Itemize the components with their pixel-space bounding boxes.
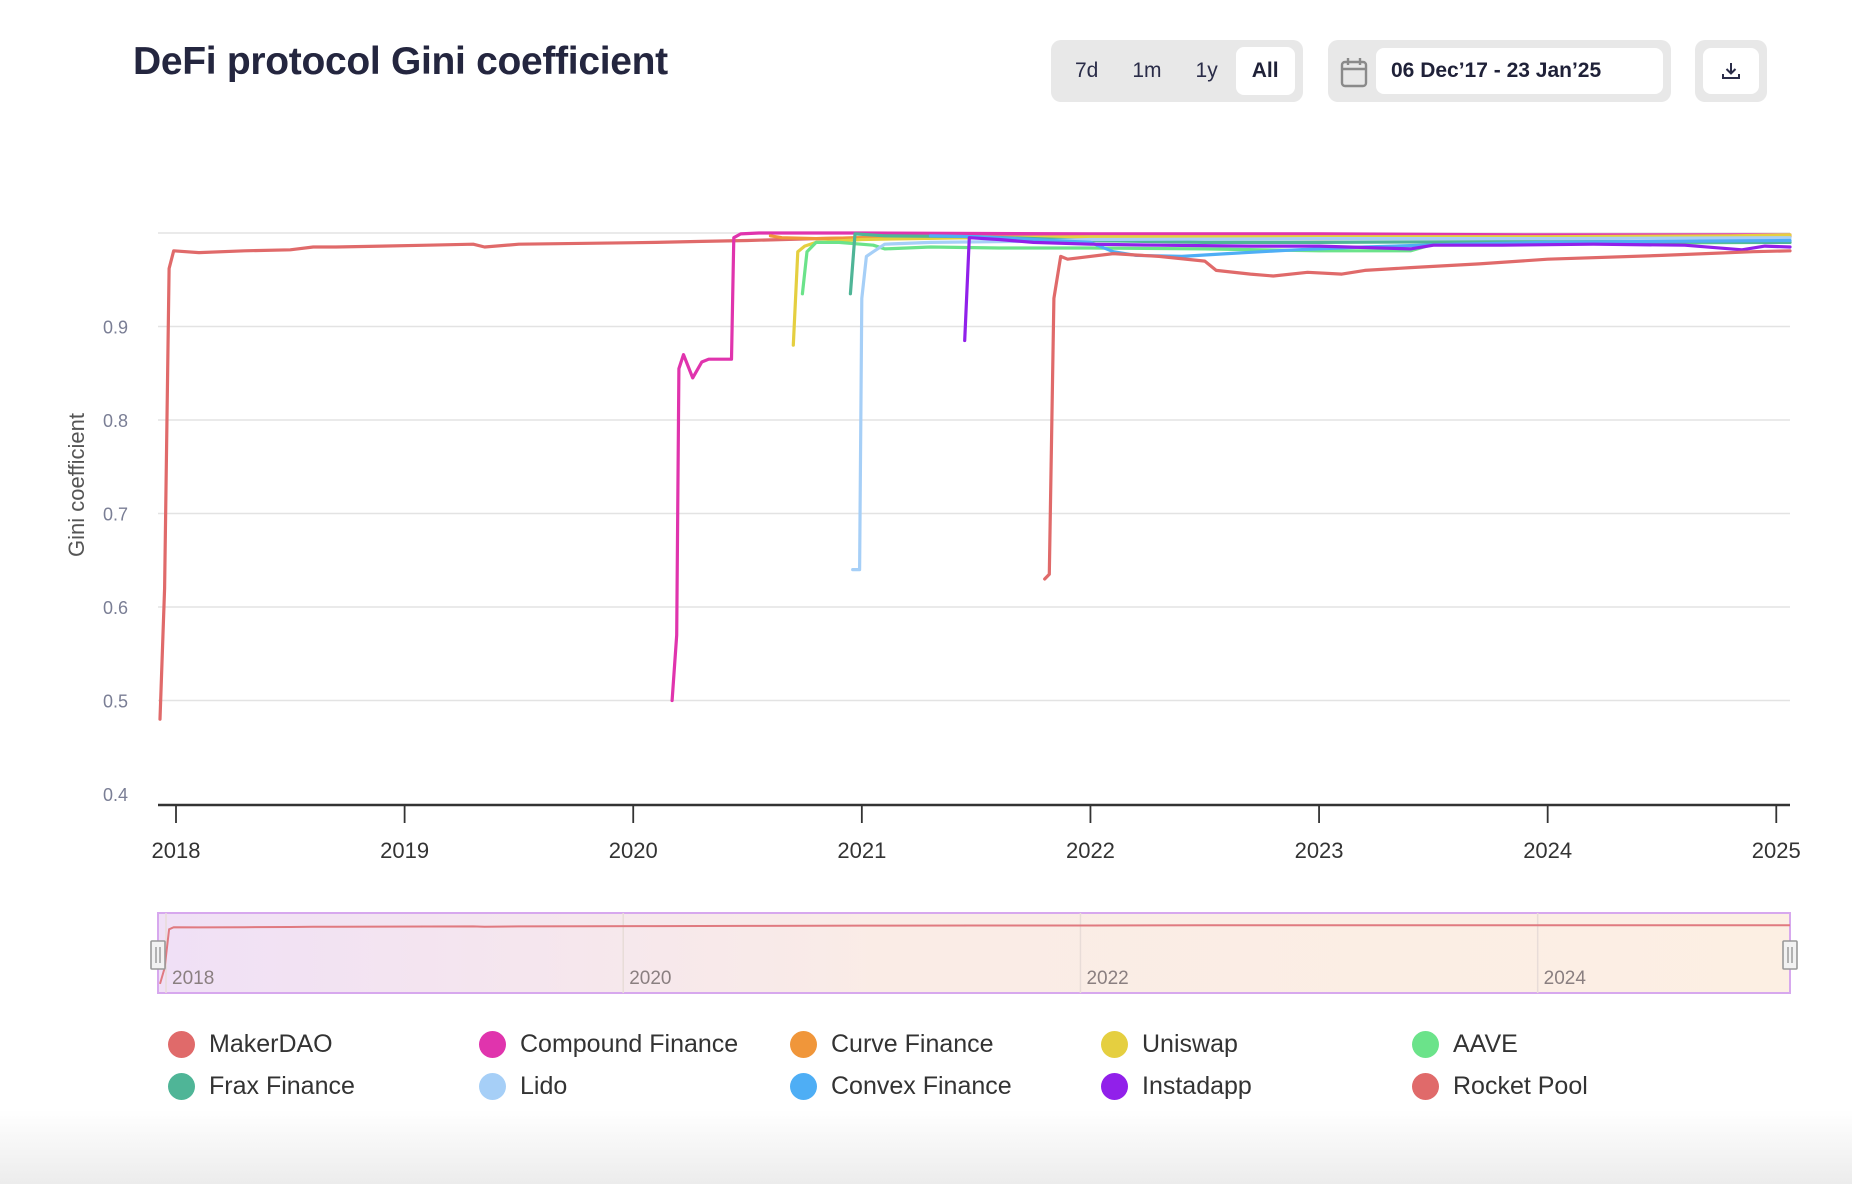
legend-item-uniswap[interactable]: Uniswap xyxy=(1101,1028,1412,1060)
legend-label: Instadapp xyxy=(1142,1071,1252,1100)
y-tick-label: 0.8 xyxy=(103,411,128,431)
legend-label: AAVE xyxy=(1453,1029,1518,1058)
legend-swatch xyxy=(1412,1030,1439,1058)
navigator-handle-left[interactable] xyxy=(150,940,166,970)
navigator-handle-right[interactable] xyxy=(1782,940,1798,970)
legend-swatch xyxy=(1101,1072,1128,1100)
legend-item-lido[interactable]: Lido xyxy=(479,1070,790,1102)
series-line-rocket-pool[interactable] xyxy=(1043,249,1792,581)
series-lines xyxy=(158,231,1792,721)
y-tick-label: 0.7 xyxy=(103,505,128,525)
x-tick-label: 2022 xyxy=(1066,838,1115,863)
legend-item-instadapp[interactable]: Instadapp xyxy=(1101,1070,1412,1102)
legend-item-compound-finance[interactable]: Compound Finance xyxy=(479,1028,790,1060)
legend-item-aave[interactable]: AAVE xyxy=(1412,1028,1723,1060)
legend-item-frax-finance[interactable]: Frax Finance xyxy=(168,1070,479,1102)
legend-label: Frax Finance xyxy=(209,1071,355,1100)
series-line-compound-finance[interactable] xyxy=(670,231,1792,703)
series-line-makerdao[interactable] xyxy=(158,234,1792,721)
x-tick-label: 2020 xyxy=(609,838,658,863)
grid-lines xyxy=(158,232,1790,702)
y-tick-label: 0.6 xyxy=(103,598,128,618)
legend-swatch xyxy=(479,1072,506,1100)
legend-swatch xyxy=(168,1072,195,1100)
legend: MakerDAO Compound Finance Curve Finance … xyxy=(168,1028,1728,1102)
legend-swatch xyxy=(1412,1072,1439,1100)
x-tick-label: 2025 xyxy=(1752,838,1801,863)
legend-label: MakerDAO xyxy=(209,1029,333,1058)
y-tick-label: 0.5 xyxy=(103,692,128,712)
legend-swatch xyxy=(790,1030,817,1058)
legend-item-makerdao[interactable]: MakerDAO xyxy=(168,1028,479,1060)
gini-line-chart: 0.4 0.5 0.6 0.7 0.8 0.9 Gini coefficient 2018… xyxy=(64,231,1801,994)
legend-label: Convex Finance xyxy=(831,1071,1012,1100)
y-tick-label: 0.9 xyxy=(103,318,128,338)
legend-swatch xyxy=(1101,1030,1128,1058)
x-axis: 2018 2019 2020 2021 2022 2023 2024 2025 xyxy=(152,803,1801,863)
y-tick-label: 0.4 xyxy=(103,785,128,805)
legend-item-rocket-pool[interactable]: Rocket Pool xyxy=(1412,1070,1723,1102)
x-tick-label: 2018 xyxy=(152,838,201,863)
navigator-label: 2020 xyxy=(629,968,671,989)
series-line-instadapp[interactable] xyxy=(963,236,1792,343)
legend-swatch xyxy=(168,1030,195,1058)
x-tick-label: 2024 xyxy=(1523,838,1572,863)
legend-label: Curve Finance xyxy=(831,1029,994,1058)
navigator-label: 2024 xyxy=(1544,968,1587,989)
legend-swatch xyxy=(479,1030,506,1058)
legend-item-curve-finance[interactable]: Curve Finance xyxy=(790,1028,1101,1060)
x-tick-label: 2023 xyxy=(1295,838,1344,863)
series-line-lido[interactable] xyxy=(851,236,1792,572)
y-axis-label: Gini coefficient xyxy=(64,413,89,557)
legend-label: Uniswap xyxy=(1142,1029,1238,1058)
legend-label: Lido xyxy=(520,1071,568,1100)
legend-label: Rocket Pool xyxy=(1453,1071,1588,1100)
legend-swatch xyxy=(790,1072,817,1100)
x-tick-label: 2019 xyxy=(380,838,429,863)
legend-label: Compound Finance xyxy=(520,1029,739,1058)
navigator-label: 2022 xyxy=(1086,968,1128,989)
y-axis-ticks: 0.4 0.5 0.6 0.7 0.8 0.9 xyxy=(103,318,128,806)
navigator: 2018 2020 2022 2024 xyxy=(150,912,1798,994)
navigator-label: 2018 xyxy=(172,968,214,989)
x-tick-label: 2021 xyxy=(837,838,886,863)
legend-item-convex-finance[interactable]: Convex Finance xyxy=(790,1070,1101,1102)
